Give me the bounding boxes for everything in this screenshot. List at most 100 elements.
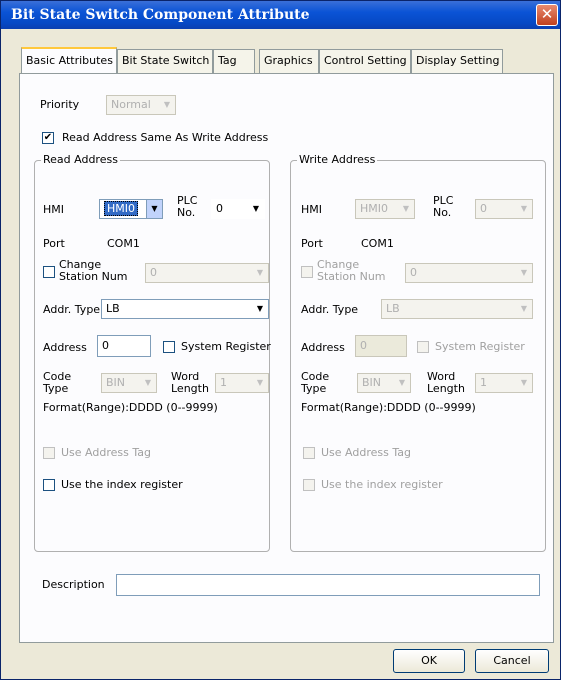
write-address-input: 0 <box>355 335 407 357</box>
chevron-down-icon: ▼ <box>256 378 264 387</box>
chevron-down-icon: ▼ <box>520 378 528 387</box>
read-use-address-tag-label: Use Address Tag <box>61 446 151 459</box>
chevron-down-icon: ▼ <box>163 100 171 109</box>
read-hmi-label: HMI <box>43 203 65 216</box>
write-use-index-register-checkbox <box>303 479 315 491</box>
write-addr-type-select: LB ▼ <box>381 299 533 319</box>
read-port-value: COM1 <box>107 237 140 250</box>
chevron-down-icon: ▼ <box>144 378 152 387</box>
write-use-index-register-label: Use the index register <box>321 478 443 491</box>
write-code-type-select: BIN ▼ <box>357 373 411 393</box>
cancel-button[interactable]: Cancel <box>475 649 549 673</box>
write-system-register-checkbox <box>417 341 429 353</box>
read-station-value: 0 <box>150 266 157 279</box>
tab-display-setting[interactable]: Display Setting <box>411 49 503 73</box>
read-address-group: Read Address HMI HMI0 ▼ PLC No. 0 ▼ Port… <box>34 153 271 552</box>
write-word-length-select: 1 ▼ <box>475 373 533 393</box>
read-word-label-1: Word <box>171 370 200 383</box>
tab-control-setting[interactable]: Control Setting <box>319 49 411 73</box>
write-word-value: 1 <box>480 376 487 389</box>
read-change-station-label-2: Station Num <box>59 270 128 283</box>
read-addr-type-label: Addr. Type <box>43 303 101 316</box>
read-station-select: 0 ▼ <box>145 263 269 283</box>
read-address-title: Read Address <box>41 153 120 166</box>
write-addr-type-label: Addr. Type <box>301 303 359 316</box>
read-plc-value: 0 <box>216 202 223 215</box>
write-use-address-tag-checkbox <box>303 447 315 459</box>
write-format-range: Format(Range):DDDD (0--9999) <box>301 401 476 414</box>
priority-label: Priority <box>40 98 80 111</box>
chevron-down-icon: ▼ <box>256 304 264 313</box>
close-icon[interactable]: ✕ <box>536 4 558 26</box>
write-address-title: Write Address <box>297 153 378 166</box>
read-hmi-select[interactable]: HMI0 ▼ <box>99 199 163 219</box>
read-same-as-write-checkbox[interactable]: ✔ <box>42 132 54 144</box>
chevron-down-icon: ▼ <box>252 204 260 213</box>
read-plc-label-1: PLC <box>177 194 198 207</box>
write-addr-type-value: LB <box>386 302 400 315</box>
read-format-range: Format(Range):DDDD (0--9999) <box>43 401 218 414</box>
write-code-value: BIN <box>362 376 382 389</box>
write-hmi-value: HMI0 <box>360 202 389 215</box>
description-label: Description <box>42 578 105 591</box>
read-use-index-register-label: Use the index register <box>61 478 183 491</box>
write-code-label-2: Type <box>301 382 327 395</box>
read-addr-type-value: LB <box>106 302 120 315</box>
chevron-down-icon: ▼ <box>256 268 264 277</box>
priority-select: Normal ▼ <box>106 95 176 115</box>
read-port-label: Port <box>43 237 65 250</box>
tab-bit-state-switch[interactable]: Bit State Switch <box>117 49 213 73</box>
write-station-select: 0 ▼ <box>405 263 533 283</box>
read-change-station-label-1: Change <box>59 258 102 271</box>
read-same-as-write-label: Read Address Same As Write Address <box>62 131 269 144</box>
write-plc-value: 0 <box>480 202 487 215</box>
write-word-label-1: Word <box>427 370 456 383</box>
tab-panel-basic-attributes: Priority Normal ▼ ✔ Read Address Same As… <box>19 73 554 643</box>
write-change-station-checkbox <box>301 266 313 278</box>
window-title: Bit State Switch Component Attribute <box>11 7 310 23</box>
tab-tag[interactable]: Tag <box>213 49 255 73</box>
ok-button[interactable]: OK <box>393 649 465 673</box>
write-station-value: 0 <box>410 266 417 279</box>
write-plc-label-2: No. <box>433 206 452 219</box>
write-use-address-tag-label: Use Address Tag <box>321 446 411 459</box>
write-change-station-label-2: Station Num <box>317 270 386 283</box>
write-plc-select: 0 ▼ <box>475 199 533 219</box>
tab-graphics[interactable]: Graphics <box>259 49 319 73</box>
read-word-length-select: 1 ▼ <box>215 373 269 393</box>
read-plc-select[interactable]: 0 ▼ <box>211 199 265 219</box>
write-word-label-2: Length <box>427 382 465 395</box>
write-hmi-label: HMI <box>301 203 323 216</box>
chevron-down-icon: ▼ <box>520 304 528 313</box>
read-code-value: BIN <box>106 376 126 389</box>
priority-value: Normal <box>111 98 151 111</box>
write-plc-label-1: PLC <box>433 194 454 207</box>
write-port-label: Port <box>301 237 323 250</box>
read-code-type-select: BIN ▼ <box>101 373 157 393</box>
read-addr-type-select[interactable]: LB ▼ <box>101 299 269 319</box>
read-address-label: Address <box>43 341 87 354</box>
tab-basic-attributes[interactable]: Basic Attributes <box>21 47 117 73</box>
title-bar[interactable]: Bit State Switch Component Attribute ✕ <box>1 1 560 29</box>
read-use-address-tag-checkbox <box>43 447 55 459</box>
read-word-value: 1 <box>220 376 227 389</box>
write-address-group: Write Address HMI HMI0 ▼ PLC No. 0 ▼ Por… <box>290 153 546 552</box>
read-plc-label-2: No. <box>177 206 196 219</box>
write-address-label: Address <box>301 341 345 354</box>
read-system-register-checkbox[interactable] <box>163 341 175 353</box>
read-code-label-2: Type <box>43 382 69 395</box>
chevron-down-icon: ▼ <box>520 204 528 213</box>
read-use-index-register-checkbox[interactable] <box>43 479 55 491</box>
dialog-window: Bit State Switch Component Attribute ✕ B… <box>0 0 561 680</box>
read-address-input[interactable]: 0 <box>97 335 151 357</box>
write-change-station-label-1: Change <box>317 258 360 271</box>
write-port-value: COM1 <box>361 237 394 250</box>
description-input[interactable] <box>116 574 540 596</box>
write-hmi-select: HMI0 ▼ <box>355 199 415 219</box>
read-change-station-checkbox[interactable] <box>43 266 55 278</box>
chevron-down-icon: ▼ <box>146 200 162 218</box>
write-system-register-label: System Register <box>435 340 525 353</box>
chevron-down-icon: ▼ <box>402 204 410 213</box>
read-system-register-label: System Register <box>181 340 271 353</box>
read-word-label-2: Length <box>171 382 209 395</box>
